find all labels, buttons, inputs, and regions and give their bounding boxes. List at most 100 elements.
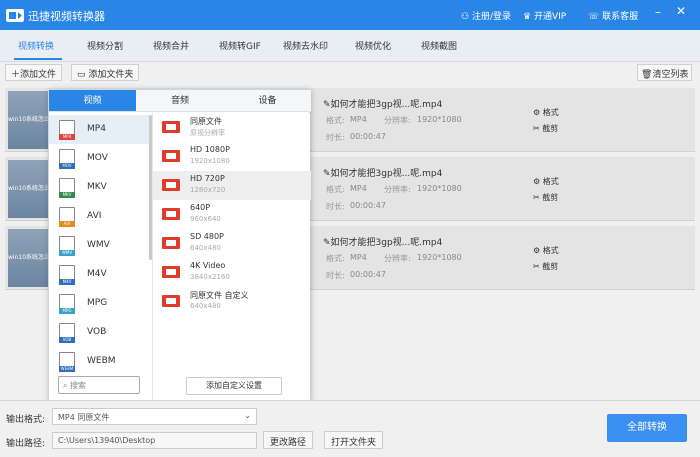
scissors-icon: ✂ — [533, 193, 543, 202]
login-link[interactable]: ⚇ 注册/登录 — [461, 9, 511, 22]
duration-label: 时长: — [326, 133, 345, 142]
active-tab-indicator — [14, 58, 62, 60]
popup-tab-audio[interactable]: 音频 — [136, 90, 224, 112]
quality-item[interactable]: 4K Video 3840x2160 — [153, 258, 311, 287]
tab-remove-watermark[interactable]: 视频去水印 — [283, 39, 328, 52]
cut-button[interactable]: ✂ 截剪 — [533, 192, 558, 203]
video-icon — [162, 266, 180, 278]
format-item-avi[interactable]: AVI AVI — [49, 202, 149, 231]
headset-icon: ☏ — [588, 12, 603, 22]
quality-item[interactable]: HD 720P 1280x720 — [153, 171, 311, 200]
tab-video-screenshot[interactable]: 视频截图 — [421, 39, 457, 52]
output-format-select[interactable]: MP4 同原文件 ⌄ — [52, 408, 257, 425]
mkv-file-icon: MKV — [59, 178, 75, 198]
popup-tab-device[interactable]: 设备 — [224, 90, 311, 112]
edit-icon: ✎ — [323, 100, 331, 110]
video-icon — [162, 208, 180, 220]
add-folder-button[interactable]: ▭ 添加文件夹 — [71, 64, 140, 81]
resolution-value: 1920*1080 — [417, 253, 462, 262]
format-label: 格式: — [326, 185, 345, 194]
tab-video-merge[interactable]: 视频合并 — [153, 39, 189, 52]
video-icon — [162, 237, 180, 249]
output-path-label: 输出路径: — [6, 439, 46, 449]
bottom-panel: 输出格式: MP4 同原文件 ⌄ 输出路径: C:\Users\13940\Des… — [0, 400, 700, 457]
gear-icon: ⚙ — [533, 246, 543, 255]
cut-button[interactable]: ✂ 截剪 — [533, 123, 558, 134]
duration-label: 时长: — [326, 202, 345, 211]
mpg-file-icon: MPG — [59, 294, 75, 314]
format-item-wmv[interactable]: WMV WMV — [49, 231, 149, 260]
support-link[interactable]: ☏ 联系客服 — [588, 9, 638, 22]
plus-icon: ＋ — [11, 70, 21, 80]
thumbnail-caption: win10系统怎么 — [8, 116, 48, 123]
format-button[interactable]: ⚙ 格式 — [533, 176, 559, 187]
close-button[interactable]: ✕ — [674, 4, 688, 18]
tab-video-to-gif[interactable]: 视频转GIF — [219, 39, 261, 52]
tab-video-split[interactable]: 视频分割 — [87, 39, 123, 52]
format-item-m4v[interactable]: M4V M4V — [49, 260, 149, 289]
format-item-mkv[interactable]: MKV MKV — [49, 173, 149, 202]
convert-all-button[interactable]: 全部转换 — [607, 414, 687, 442]
open-folder-button[interactable]: 打开文件夹 — [324, 431, 384, 449]
minimize-button[interactable]: – — [651, 5, 665, 19]
format-label: 格式: — [326, 116, 345, 125]
change-path-button[interactable]: 更改路径 — [263, 431, 314, 449]
format-search-input[interactable]: ⌕ 搜索 — [58, 376, 140, 394]
format-list: MP4 MP4 MOV MOV MKV MKV AVI AVI WMV WMV M4V M4… — [49, 113, 149, 401]
format-item-webm[interactable]: WEBM WEBM — [49, 347, 149, 376]
video-icon — [162, 150, 180, 162]
video-icon — [162, 179, 180, 191]
video-icon — [162, 121, 180, 133]
resolution-label: 分辨率: — [384, 116, 411, 125]
cut-button[interactable]: ✂ 截剪 — [533, 261, 558, 272]
quality-item[interactable]: 同原文件 自定义 640x480 — [153, 287, 311, 316]
tab-video-convert[interactable]: 视频转换 — [18, 39, 54, 52]
format-button[interactable]: ⚙ 格式 — [533, 245, 559, 256]
gear-icon: ⚙ — [533, 177, 543, 186]
tab-video-optimize[interactable]: 视频优化 — [355, 39, 391, 52]
format-value: MP4 — [350, 253, 367, 262]
wmv-file-icon: WMV — [59, 236, 75, 256]
format-item-mpg[interactable]: MPG MPG — [49, 289, 149, 318]
format-item-vob[interactable]: VOB VOB — [49, 318, 149, 347]
popup-tab-video[interactable]: 视频 — [49, 90, 136, 112]
file-name: ✎如何才能把3gp视...呢.mp4 — [323, 238, 443, 248]
duration-label: 时长: — [326, 271, 345, 280]
quality-item[interactable]: 同原文件 原视分辨率 — [153, 113, 311, 142]
crown-icon: ♛ — [523, 12, 534, 22]
mov-file-icon: MOV — [59, 149, 75, 169]
thumbnail-caption: win10系统怎么 — [8, 254, 48, 261]
avi-file-icon: AVI — [59, 207, 75, 227]
format-button[interactable]: ⚙ 格式 — [533, 107, 559, 118]
folder-icon: ▭ — [77, 70, 89, 80]
edit-icon: ✎ — [323, 238, 331, 248]
feature-tabs: 视频转换 视频分割 视频合并 视频转GIF 视频去水印 视频优化 视频截图 — [0, 30, 700, 62]
add-file-button[interactable]: ＋添加文件 — [5, 64, 63, 81]
format-value: MP4 — [350, 184, 367, 193]
format-item-mp4[interactable]: MP4 MP4 — [49, 115, 149, 144]
quality-item[interactable]: 640P 960x640 — [153, 200, 311, 229]
edit-icon: ✎ — [323, 169, 331, 179]
app-title: 迅捷视频转换器 — [28, 10, 105, 23]
scissors-icon: ✂ — [533, 124, 543, 133]
clear-list-button[interactable]: 🗑清空列表 — [637, 64, 693, 81]
gear-icon: ⚙ — [533, 108, 543, 117]
mp4-file-icon: MP4 — [59, 120, 75, 140]
user-icon: ⚇ — [461, 12, 472, 22]
output-path-field[interactable]: C:\Users\13940\Desktop — [52, 432, 257, 449]
format-picker-popup: 视频 音频 设备 MP4 MP4 MOV MOV MKV MKV AVI AVI WMV… — [48, 89, 311, 401]
quality-item[interactable]: SD 480P 640x480 — [153, 229, 311, 258]
video-icon — [162, 295, 180, 307]
file-name: ✎如何才能把3gp视...呢.mp4 — [323, 169, 443, 179]
add-custom-setting-button[interactable]: 添加自定义设置 — [186, 377, 282, 395]
quality-item[interactable]: HD 1080P 1920x1080 — [153, 142, 311, 171]
format-item-mov[interactable]: MOV MOV — [49, 144, 149, 173]
duration-value: 00:00:47 — [350, 201, 386, 210]
trash-icon: 🗑 — [641, 70, 653, 80]
format-label: 格式: — [326, 254, 345, 263]
quality-list: 同原文件 原视分辨率 HD 1080P 1920x1080 HD 720P 1280x… — [152, 113, 311, 401]
vip-link[interactable]: ♛ 开通VIP — [523, 9, 566, 22]
resolution-value: 1920*1080 — [417, 184, 462, 193]
output-format-label: 输出格式: — [6, 415, 46, 425]
search-icon: ⌕ — [63, 381, 71, 390]
